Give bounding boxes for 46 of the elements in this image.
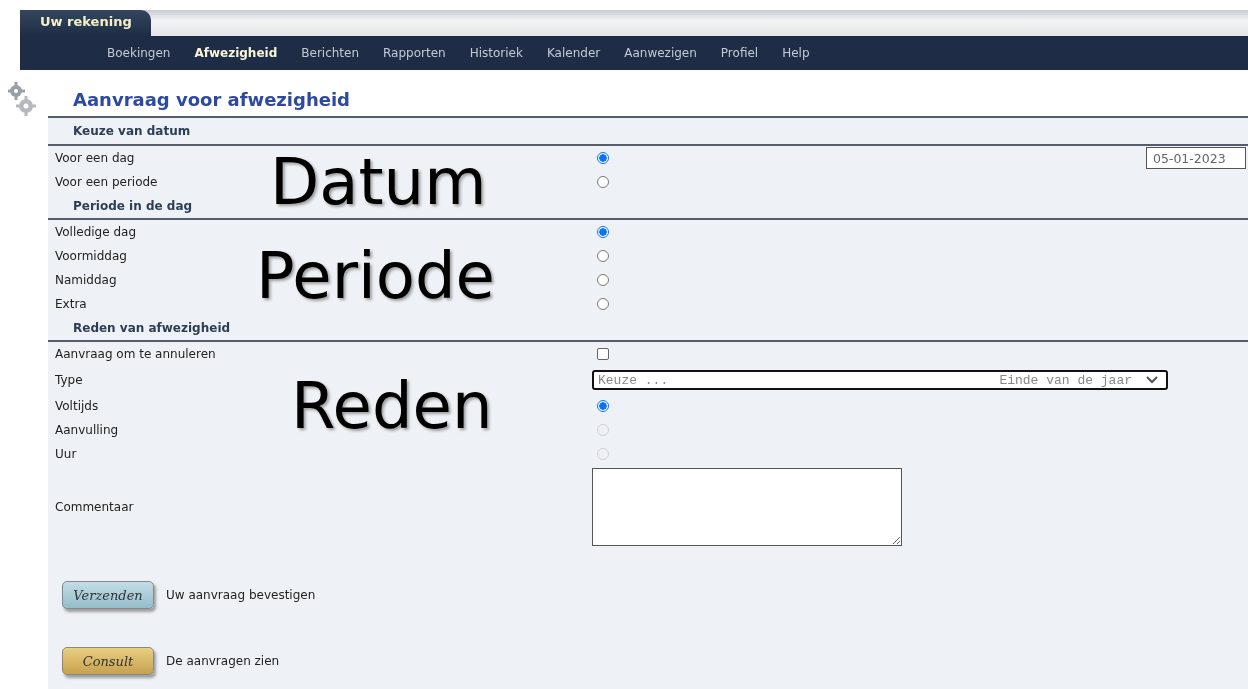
action-hint: Uw aanvraag bevestigen (166, 588, 316, 602)
type-dropdown[interactable]: Keuze ... Einde van de jaar (592, 370, 1168, 390)
field-label: Type (55, 373, 84, 387)
radio-button[interactable] (597, 400, 609, 412)
nav-item[interactable]: Kalender (546, 46, 601, 60)
account-tab[interactable]: Uw rekening (20, 10, 151, 36)
field-label: Voormiddag (55, 249, 128, 263)
page-title: Aanvraag voor afwezigheid (48, 70, 1248, 118)
field-label: Extra (55, 297, 88, 311)
section-heading: Keuze van datum (73, 124, 191, 138)
radio-button[interactable] (597, 176, 609, 188)
radio-button[interactable] (597, 298, 609, 310)
nav-item[interactable]: Rapporten (383, 46, 446, 60)
field-label: Voor een periode (55, 175, 159, 189)
nav-item[interactable]: Help (782, 46, 810, 60)
nav-item[interactable]: Berichten (301, 46, 360, 60)
field-label: Volledige dag (55, 225, 138, 239)
radio-button[interactable] (597, 250, 609, 262)
field-label: Aanvulling (55, 423, 120, 437)
annotation-label: Reden (291, 374, 493, 438)
annotation-label: Periode (256, 244, 495, 308)
radio-button[interactable] (597, 152, 609, 164)
annotation-label: Datum (270, 150, 487, 214)
section-heading: Reden van afwezigheid (73, 321, 231, 335)
action-hint: De aanvragen zien (166, 654, 280, 668)
field-label: Namiddag (55, 273, 118, 287)
comment-field[interactable] (592, 468, 902, 546)
action-button[interactable]: Consult (62, 647, 154, 675)
field-label: Uur (55, 447, 78, 461)
chevron-down-icon (1146, 376, 1158, 384)
checkbox[interactable] (597, 348, 609, 360)
nav-item[interactable]: Profiel (720, 46, 759, 60)
nav-item[interactable]: Aanwezigen (624, 46, 697, 60)
date-field[interactable]: 05-01-2023 (1146, 147, 1246, 169)
field-label: Commentaar (55, 500, 135, 514)
section-heading: Periode in de dag (73, 199, 193, 213)
nav-item[interactable]: Boekingen (107, 46, 171, 60)
field-label: Voltijds (55, 399, 100, 413)
field-label: Voor een dag (55, 151, 136, 165)
gears-icon (8, 82, 36, 116)
nav-item[interactable]: Afwezigheid (194, 46, 278, 60)
field-label: Aanvraag om te annuleren (55, 347, 217, 361)
nav-item[interactable]: Historiek (469, 46, 523, 60)
radio-button[interactable] (597, 274, 609, 286)
radio-button[interactable] (597, 226, 609, 238)
action-button[interactable]: Verzenden (62, 581, 154, 609)
